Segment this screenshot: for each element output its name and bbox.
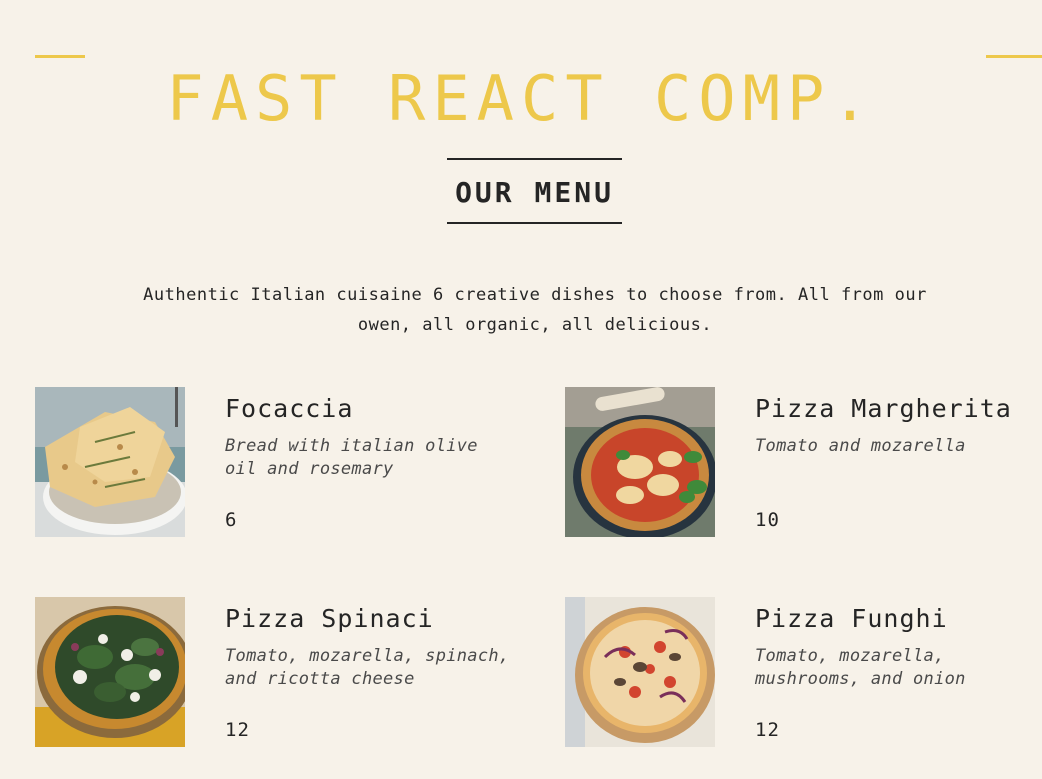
pizza-price: 12 [225,719,250,741]
focaccia-photo [35,387,185,537]
pizza-ingredients: Tomato and mozarella [755,436,966,456]
pizza-name: Pizza Funghi [755,604,948,633]
pizza-funghi-photo [565,597,715,747]
menu-item-focaccia[interactable]: Focaccia Bread with italian olive oil an… [35,387,515,537]
menu-item-pizza-margherita[interactable]: Pizza Margherita Tomato and mozarella 10 [565,387,1042,537]
pizza-spinaci-photo [35,597,185,747]
page-header: FAST REACT COMP. [0,0,1042,133]
brand-title: FAST REACT COMP. [166,61,876,135]
pizza-ingredients: Tomato, mozarella, spinach, and ricotta … [225,646,510,689]
menu-heading-label: OUR MENU [455,176,614,209]
menu-item-pizza-spinaci[interactable]: Pizza Spinaci Tomato, mozarella, spinach… [35,597,515,747]
header-rule-right [986,55,1042,58]
pizza-name: Focaccia [225,394,354,423]
pizza-ingredients: Tomato, mozarella, mushrooms, and onion [755,646,966,689]
pizza-name: Pizza Margherita [755,394,1012,423]
menu-heading: OUR MENU [447,158,622,224]
pizza-price: 12 [755,719,780,741]
menu-intro: Authentic Italian cuisaine 6 creative di… [143,285,927,335]
pizza-ingredients: Bread with italian olive oil and rosemar… [225,436,478,479]
pizza-price: 6 [225,509,238,531]
pizza-margherita-photo [565,387,715,537]
header-rule-left [35,55,85,58]
pizza-name: Pizza Spinaci [225,604,434,633]
pizza-price: 10 [755,509,780,531]
menu-item-pizza-funghi[interactable]: Pizza Funghi Tomato, mozarella, mushroom… [565,597,1042,747]
